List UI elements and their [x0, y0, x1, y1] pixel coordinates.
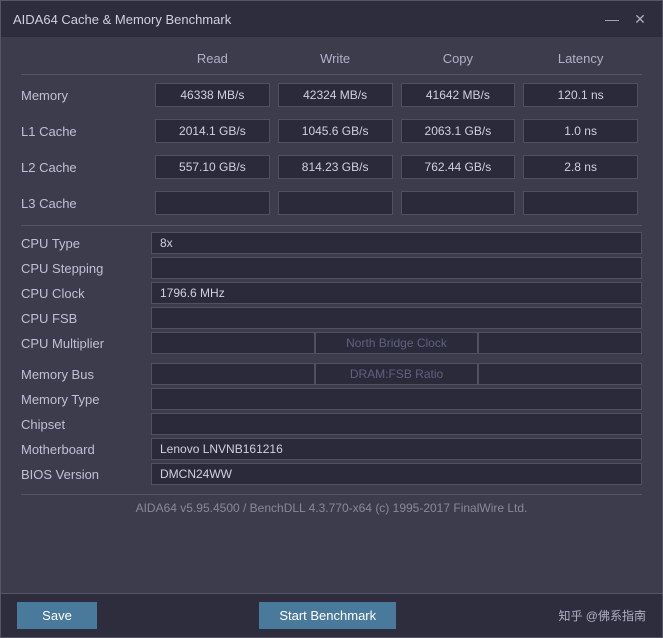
memory-row: Memory 46338 MB/s 42324 MB/s 41642 MB/s … — [21, 81, 642, 109]
memory-read-cell: 46338 MB/s — [151, 81, 274, 109]
close-button[interactable]: ✕ — [630, 12, 650, 26]
cpu-type-label: CPU Type — [21, 236, 151, 251]
latency-header: Latency — [519, 47, 642, 70]
l1-read-value: 2014.1 GB/s — [155, 119, 270, 143]
column-headers: Read Write Copy Latency — [21, 47, 642, 70]
l3-cache-row: L3 Cache — [21, 189, 642, 217]
l3-copy-value — [401, 191, 516, 215]
copy-header: Copy — [397, 47, 520, 70]
cpu-fsb-row: CPU FSB — [21, 307, 642, 329]
bios-label: BIOS Version — [21, 467, 151, 482]
bios-value: DMCN24WW — [151, 463, 642, 485]
l2-label: L2 Cache — [21, 160, 151, 175]
memory-bus-row: Memory Bus DRAM:FSB Ratio — [21, 363, 642, 385]
l2-write-cell: 814.23 GB/s — [274, 153, 397, 181]
cpu-clock-label: CPU Clock — [21, 286, 151, 301]
l1-copy-value: 2063.1 GB/s — [401, 119, 516, 143]
l3-label: L3 Cache — [21, 196, 151, 211]
memory-write-cell: 42324 MB/s — [274, 81, 397, 109]
l3-latency-cell — [519, 189, 642, 217]
cpu-clock-row: CPU Clock 1796.6 MHz — [21, 282, 642, 304]
window-title: AIDA64 Cache & Memory Benchmark — [13, 12, 231, 27]
l3-copy-cell — [397, 189, 520, 217]
l2-cache-row: L2 Cache 557.10 GB/s 814.23 GB/s 762.44 … — [21, 153, 642, 181]
memory-bus-label: Memory Bus — [21, 367, 151, 382]
l2-write-value: 814.23 GB/s — [278, 155, 393, 179]
cpu-fsb-label: CPU FSB — [21, 311, 151, 326]
l2-latency-value: 2.8 ns — [523, 155, 638, 179]
l2-latency-cell: 2.8 ns — [519, 153, 642, 181]
title-bar: AIDA64 Cache & Memory Benchmark — ✕ — [1, 1, 662, 37]
label-header — [21, 47, 151, 70]
cpu-fsb-value — [151, 307, 642, 329]
title-controls: — ✕ — [602, 12, 650, 26]
cpu-multiplier-row: CPU Multiplier North Bridge Clock — [21, 332, 642, 354]
footer-text: AIDA64 v5.95.4500 / BenchDLL 4.3.770-x64… — [136, 501, 528, 515]
dram-fsb-value — [478, 363, 642, 385]
main-window: AIDA64 Cache & Memory Benchmark — ✕ Read… — [0, 0, 663, 638]
info-section: CPU Type 8x CPU Stepping CPU Clock 1796.… — [21, 225, 642, 494]
cpu-multiplier-label: CPU Multiplier — [21, 336, 151, 351]
benchmark-button[interactable]: Start Benchmark — [259, 602, 396, 629]
memory-type-value — [151, 388, 642, 410]
l3-latency-value — [523, 191, 638, 215]
l2-copy-cell: 762.44 GB/s — [397, 153, 520, 181]
write-header: Write — [274, 47, 397, 70]
l1-latency-cell: 1.0 ns — [519, 117, 642, 145]
minimize-button[interactable]: — — [602, 12, 622, 26]
north-bridge-label: North Bridge Clock — [315, 332, 479, 354]
motherboard-value: Lenovo LNVNB161216 — [151, 438, 642, 460]
memory-bus-value — [151, 363, 315, 385]
motherboard-row: Motherboard Lenovo LNVNB161216 — [21, 438, 642, 460]
memory-latency-cell: 120.1 ns — [519, 81, 642, 109]
cpu-stepping-label: CPU Stepping — [21, 261, 151, 276]
north-bridge-value — [478, 332, 642, 354]
read-header: Read — [151, 47, 274, 70]
save-button[interactable]: Save — [17, 602, 97, 629]
l3-read-cell — [151, 189, 274, 217]
l1-latency-value: 1.0 ns — [523, 119, 638, 143]
cpu-stepping-row: CPU Stepping — [21, 257, 642, 279]
l1-copy-cell: 2063.1 GB/s — [397, 117, 520, 145]
memory-latency-value: 120.1 ns — [523, 83, 638, 107]
bios-row: BIOS Version DMCN24WW — [21, 463, 642, 485]
benchmark-section: Memory 46338 MB/s 42324 MB/s 41642 MB/s … — [21, 74, 642, 225]
memory-write-value: 42324 MB/s — [278, 83, 393, 107]
chipset-label: Chipset — [21, 417, 151, 432]
dram-fsb-label: DRAM:FSB Ratio — [315, 363, 479, 385]
cpu-stepping-value — [151, 257, 642, 279]
memory-type-label: Memory Type — [21, 392, 151, 407]
bottom-bar: Save Start Benchmark 知乎 @佛系指南 — [1, 593, 662, 637]
l2-read-value: 557.10 GB/s — [155, 155, 270, 179]
l1-label: L1 Cache — [21, 124, 151, 139]
l1-write-cell: 1045.6 GB/s — [274, 117, 397, 145]
l2-read-cell: 557.10 GB/s — [151, 153, 274, 181]
cpu-multiplier-value — [151, 332, 315, 354]
l2-copy-value: 762.44 GB/s — [401, 155, 516, 179]
l1-read-cell: 2014.1 GB/s — [151, 117, 274, 145]
chipset-row: Chipset — [21, 413, 642, 435]
l3-write-value — [278, 191, 393, 215]
footer-info: AIDA64 v5.95.4500 / BenchDLL 4.3.770-x64… — [21, 494, 642, 519]
l1-cache-row: L1 Cache 2014.1 GB/s 1045.6 GB/s 2063.1 … — [21, 117, 642, 145]
cpu-clock-value: 1796.6 MHz — [151, 282, 642, 304]
memory-copy-cell: 41642 MB/s — [397, 81, 520, 109]
l3-read-value — [155, 191, 270, 215]
chipset-value — [151, 413, 642, 435]
memory-type-row: Memory Type — [21, 388, 642, 410]
memory-copy-value: 41642 MB/s — [401, 83, 516, 107]
memory-read-value: 46338 MB/s — [155, 83, 270, 107]
watermark-text: 知乎 @佛系指南 — [558, 607, 646, 624]
memory-label: Memory — [21, 88, 151, 103]
motherboard-label: Motherboard — [21, 442, 151, 457]
cpu-type-value: 8x — [151, 232, 642, 254]
cpu-type-row: CPU Type 8x — [21, 232, 642, 254]
l1-write-value: 1045.6 GB/s — [278, 119, 393, 143]
content-area: Read Write Copy Latency Memory 46338 MB/… — [1, 37, 662, 593]
l3-write-cell — [274, 189, 397, 217]
